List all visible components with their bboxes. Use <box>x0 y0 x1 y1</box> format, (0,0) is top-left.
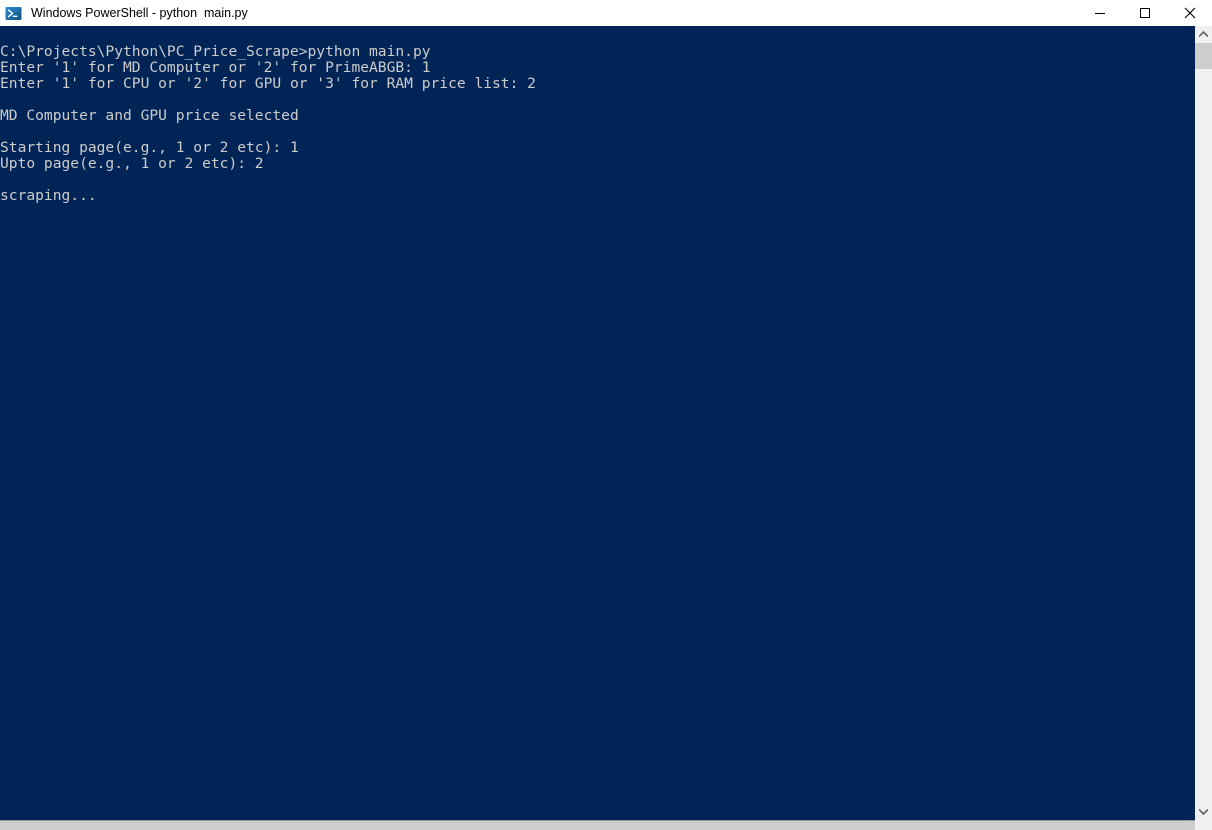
scroll-up-button[interactable] <box>1195 26 1212 43</box>
scroll-down-icon <box>1199 808 1208 815</box>
title-bar[interactable]: Windows PowerShell - python main.py <box>0 0 1212 26</box>
window-title: Windows PowerShell - python main.py <box>31 6 248 20</box>
close-button[interactable] <box>1167 0 1212 26</box>
minimize-icon <box>1094 7 1106 19</box>
title-bar-left: Windows PowerShell - python main.py <box>0 0 1077 26</box>
window-controls <box>1077 0 1212 26</box>
scrollbar-corner <box>1195 820 1212 830</box>
vertical-scrollbar-thumb[interactable] <box>1195 43 1212 69</box>
horizontal-scrollbar-thumb[interactable] <box>0 820 1196 830</box>
vertical-scrollbar[interactable] <box>1195 26 1212 820</box>
console-text: C:\Projects\Python\PC_Price_Scrape>pytho… <box>0 43 536 204</box>
close-icon <box>1184 7 1196 19</box>
powershell-window: Windows PowerShell - python main.py C:\P… <box>0 0 1212 830</box>
powershell-icon <box>5 5 22 22</box>
scroll-down-button[interactable] <box>1195 803 1212 820</box>
scroll-up-icon <box>1199 31 1208 38</box>
horizontal-scrollbar[interactable] <box>0 820 1212 830</box>
maximize-button[interactable] <box>1122 0 1167 26</box>
maximize-icon <box>1139 7 1151 19</box>
minimize-button[interactable] <box>1077 0 1122 26</box>
console-output-area[interactable]: C:\Projects\Python\PC_Price_Scrape>pytho… <box>0 26 1195 820</box>
